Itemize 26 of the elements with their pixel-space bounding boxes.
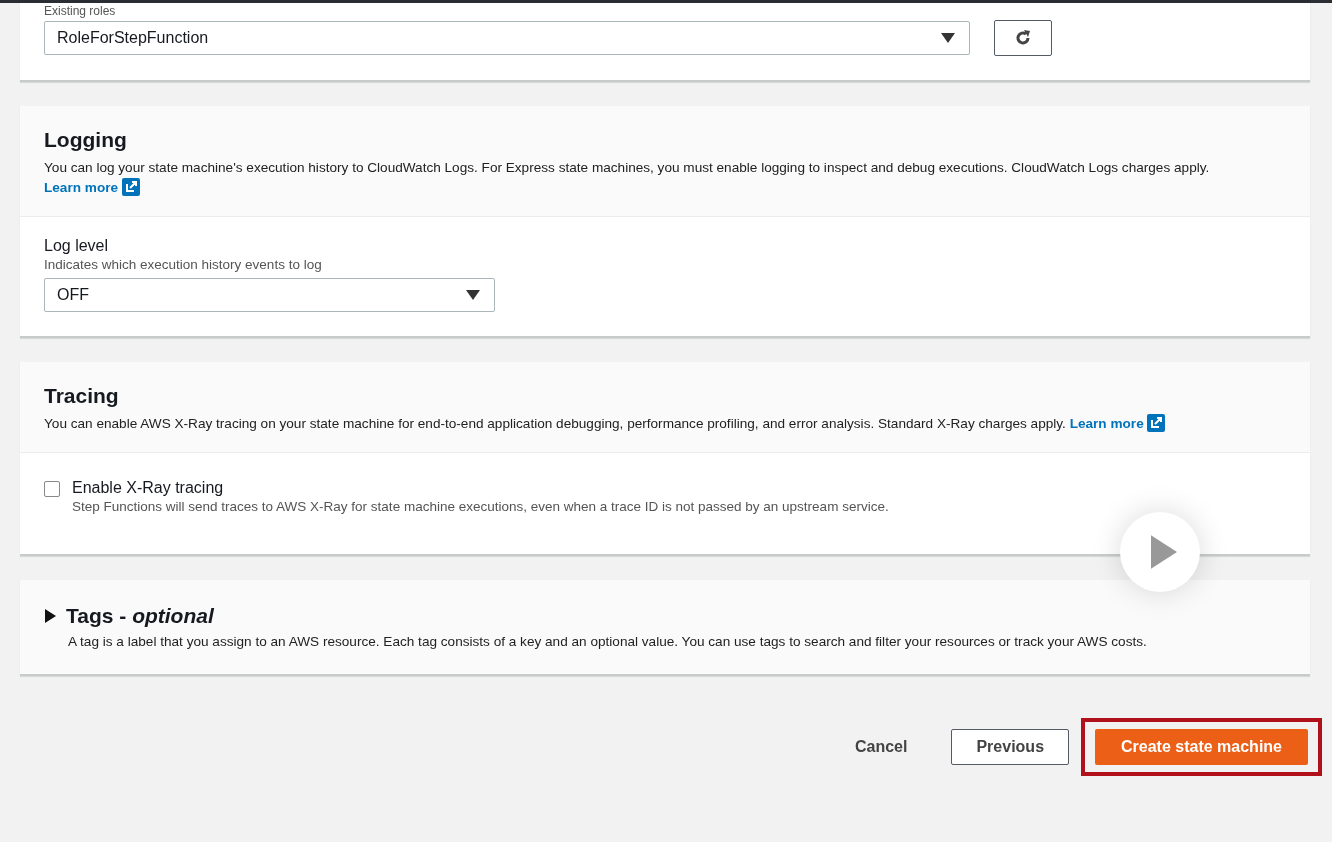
section-description: You can enable AWS X-Ray tracing on your state machine for end-to-end application debugging, performance profiling, and error analysis. Standard X-Ray charges apply. Learn more xyxy=(44,414,1286,434)
field-label: Log level xyxy=(44,237,110,255)
learn-more-link[interactable]: Learn more xyxy=(1069,416,1166,431)
caret-icon xyxy=(941,33,955,43)
field-hint: Indicates which execution history events to log xyxy=(44,257,323,272)
section-description: You can log your state machine's execution history to CloudWatch Logs. For Express state machines, you must enable logging to inspect and debug executions. CloudWatch Logs charges apply. Learn more xyxy=(44,159,1211,198)
external-link-icon xyxy=(121,178,140,196)
previous-button[interactable]: Previous xyxy=(951,729,1070,765)
learn-more-link[interactable]: Learn more xyxy=(44,180,140,195)
section-title: Tracing xyxy=(44,384,120,408)
play-icon xyxy=(1151,535,1177,569)
log-level-select[interactable]: OFF xyxy=(44,278,495,312)
refresh-button[interactable] xyxy=(994,20,1052,56)
cancel-button[interactable]: Cancel xyxy=(830,729,932,765)
role-select[interactable]: RoleForStepFunction xyxy=(44,21,970,55)
checkbox-label: Enable X-Ray tracing xyxy=(72,479,225,497)
checkbox[interactable] xyxy=(44,481,60,497)
section-description: A tag is a label that you assign to an AWS resource. Each tag consists of a key and an optional value. You can use tags to search and filter your resources or track your AWS costs. xyxy=(67,633,1148,651)
refresh-icon xyxy=(1014,29,1032,47)
field-label: Existing roles xyxy=(44,4,117,18)
section-title: Tags - optional xyxy=(66,604,214,628)
checkbox-hint: Step Functions will send traces to AWS X-Ray for state machine executions, even when a trace ID is not passed by an upstream service. xyxy=(72,499,889,514)
section-title: Logging xyxy=(44,128,128,152)
caret-icon[interactable] xyxy=(44,609,56,623)
external-link-icon xyxy=(1147,414,1166,432)
caret-icon xyxy=(466,290,480,300)
